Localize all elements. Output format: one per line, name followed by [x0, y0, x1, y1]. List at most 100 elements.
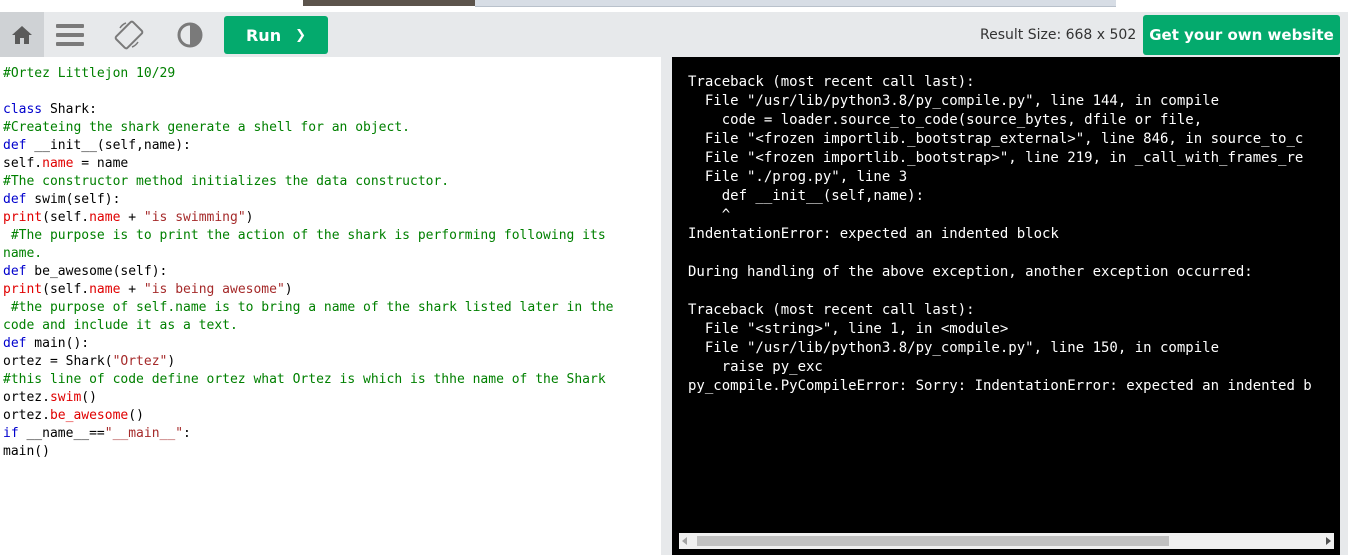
code-token: ): [245, 210, 254, 225]
code-token: = name: [73, 156, 129, 171]
output-line: Traceback (most recent call last):: [688, 302, 975, 318]
code-line: #Createing the shark generate a shell fo…: [3, 119, 613, 137]
top-strip: [0, 0, 1348, 12]
code-line: #this line of code define ortez what Ort…: [3, 371, 613, 389]
code-line: name.: [3, 245, 613, 263]
code-token: (): [128, 408, 144, 423]
code-token: (self.: [42, 210, 90, 225]
panel-divider[interactable]: [661, 57, 672, 555]
code-token: ): [167, 354, 176, 369]
code-line: class Shark:: [3, 101, 613, 119]
code-token: print: [3, 210, 43, 225]
output-line: File "/usr/lib/python3.8/py_compile.py",…: [688, 93, 1220, 109]
code-token: main(): [3, 444, 50, 459]
top-bar: [475, 0, 1116, 7]
code-line: #The purpose is to print the action of t…: [3, 227, 613, 245]
chevron-right-icon: ❯: [295, 27, 306, 43]
code-token: def: [3, 138, 27, 153]
scroll-right-icon[interactable]: [1326, 537, 1331, 545]
output-line: File "<string>", line 1, in <module>: [688, 321, 1009, 337]
horizontal-scrollbar[interactable]: [679, 533, 1334, 549]
result-output: Traceback (most recent call last): File …: [672, 57, 1340, 555]
code-token: ortez.: [3, 390, 50, 405]
code-line: main(): [3, 443, 613, 461]
code-line: #the purpose of self.name is to bring a …: [3, 299, 614, 317]
code-token: #Ortez Littlejon 10/29: [3, 66, 176, 81]
code-token: swim(self):: [26, 192, 121, 207]
code-token: name: [89, 282, 121, 297]
code-token: :: [183, 426, 191, 441]
code-token: +: [120, 210, 144, 225]
output-line: def __init__(self,name):: [688, 188, 925, 204]
home-button[interactable]: [0, 12, 44, 57]
home-icon: [12, 25, 32, 44]
page-thumbnail: [303, 0, 475, 6]
code-token: swim: [49, 390, 82, 405]
code-editor[interactable]: #Ortez Littlejon 10/29 class Shark: #Crea…: [0, 57, 661, 555]
right-edge: [1340, 57, 1348, 555]
get-your-own-website-button[interactable]: Get your own website: [1143, 15, 1340, 55]
code-line: #The constructor method initializes the …: [3, 173, 613, 191]
code-line: def __init__(self,name):: [3, 137, 613, 155]
code-token: "is being awesome": [143, 282, 285, 297]
output-line: IndentationError: expected an indented b…: [688, 226, 1059, 242]
toolbar: Run ❯ Result Size: 668 x 502 Get your ow…: [0, 12, 1348, 57]
menu-button[interactable]: [50, 12, 90, 57]
code-line: ortez.be_awesome(): [3, 407, 613, 425]
code-token: +: [120, 282, 144, 297]
code-token: self.: [3, 156, 43, 171]
code-line: self.name = name: [3, 155, 613, 173]
scrollbar-thumb[interactable]: [697, 536, 1169, 546]
code-token: code and include it as a text.: [3, 318, 238, 333]
output-line: ^: [688, 207, 731, 223]
code-token: #Createing the shark generate a shell fo…: [3, 120, 410, 135]
code-token: if: [3, 426, 19, 441]
code-token: "Ortez": [112, 354, 168, 369]
code-token: name: [89, 210, 121, 225]
code-token: Shark:: [42, 102, 97, 117]
code-token: (self.: [42, 282, 90, 297]
rotate-button[interactable]: [109, 12, 149, 57]
code-line: ortez.swim(): [3, 389, 613, 407]
code-line: code and include it as a text.: [3, 317, 613, 335]
code-line: def swim(self):: [3, 191, 613, 209]
code-token: ): [284, 282, 293, 297]
code-token: ortez.: [3, 408, 50, 423]
output-line: raise py_exc: [688, 359, 823, 375]
code-token: #The constructor method initializes the …: [3, 174, 450, 189]
code-line: def main():: [3, 335, 613, 353]
code-token: #the purpose of self.name is to bring a …: [3, 300, 614, 315]
output-line: code = loader.source_to_code(source_byte…: [688, 112, 1203, 128]
code-line: def be_awesome(self):: [3, 263, 613, 281]
menu-icon: [56, 23, 84, 46]
run-button[interactable]: Run ❯: [224, 16, 328, 54]
code-token: def: [3, 192, 27, 207]
code-token: __name__==: [18, 426, 105, 441]
code-line: ortez = Shark("Ortez"): [3, 353, 613, 371]
code-line: print(self.name + "is swimming"): [3, 209, 613, 227]
code-token: main():: [26, 336, 90, 351]
theme-toggle-button[interactable]: [170, 12, 210, 57]
output-text: Traceback (most recent call last): File …: [688, 73, 1312, 396]
result-size-label: Result Size: 668 x 502: [980, 26, 1137, 43]
output-line: File "<frozen importlib._bootstrap>", li…: [688, 150, 1304, 166]
output-line: File "./prog.py", line 3: [688, 169, 908, 185]
code-token: class: [3, 102, 43, 117]
output-line: Traceback (most recent call last):: [688, 74, 975, 90]
code-token: be_awesome(self):: [26, 264, 168, 279]
run-label: Run: [245, 25, 282, 45]
code-token: name.: [3, 246, 43, 261]
output-line: File "<frozen importlib._bootstrap_exter…: [688, 131, 1304, 147]
output-line: During handling of the above exception, …: [688, 264, 1253, 280]
code-token: #this line of code define ortez what Ort…: [3, 372, 606, 387]
code-line: print(self.name + "is being awesome"): [3, 281, 613, 299]
code-token: ortez = Shark(: [3, 354, 113, 369]
code-token: def: [3, 336, 27, 351]
code-token: (): [81, 390, 97, 405]
output-line: File "/usr/lib/python3.8/py_compile.py",…: [688, 340, 1220, 356]
scroll-left-icon[interactable]: [682, 537, 687, 545]
rotate-icon: [114, 20, 144, 49]
